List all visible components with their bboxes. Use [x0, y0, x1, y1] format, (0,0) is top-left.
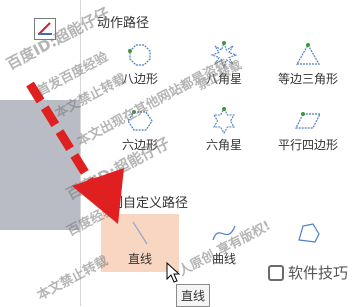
pencil-icon	[38, 22, 52, 35]
menu-item-octagon[interactable]: 八边形	[101, 36, 179, 102]
menu-item-eight-star[interactable]: 八角星	[185, 36, 263, 102]
menu-item-label: 八角星	[205, 72, 242, 86]
section-title-motion: 动作路径	[97, 16, 150, 31]
freeform-icon	[298, 223, 320, 243]
mouse-cursor-icon	[166, 262, 181, 283]
eight-point-star-icon	[210, 41, 238, 69]
draw-path-button[interactable]	[34, 18, 56, 40]
menu-item-parallelogram[interactable]: 平行四边形	[269, 102, 347, 168]
menu-item-label: 八边形	[121, 72, 158, 86]
menu-item-label: 六角星	[205, 138, 242, 152]
menu-item-label: 平行四边形	[277, 138, 338, 152]
menu-item-label: 等边三角形	[277, 72, 338, 86]
curve-icon	[212, 225, 236, 241]
line-icon	[132, 221, 148, 245]
menu-item-label: 曲线	[211, 252, 236, 266]
menu-item-label: 六边形	[121, 138, 158, 152]
motion-path-menu: 动作路径 八边形 八角星 等边三角形 六边形 六角星 平行四边形 绘制自定义路径…	[80, 0, 356, 306]
parallelogram-icon	[295, 112, 321, 129]
tooltip: 直线	[176, 284, 211, 307]
brand-watermark: 软件技巧	[264, 262, 353, 283]
menu-item-hexagon[interactable]: 六边形	[101, 102, 179, 168]
hexagon-icon	[127, 110, 153, 131]
menu-item-triangle[interactable]: 等边三角形	[269, 36, 347, 102]
menu-item-six-star[interactable]: 六角星	[185, 102, 263, 168]
menu-item-curve[interactable]: 曲线	[185, 214, 263, 272]
brand-text: 软件技巧	[288, 264, 349, 282]
six-point-star-icon	[213, 107, 235, 135]
section-title-custom: 绘制自定义路径	[97, 196, 189, 211]
triangle-icon	[295, 43, 321, 65]
octagon-icon	[128, 44, 151, 66]
brand-logo-icon	[268, 265, 284, 281]
